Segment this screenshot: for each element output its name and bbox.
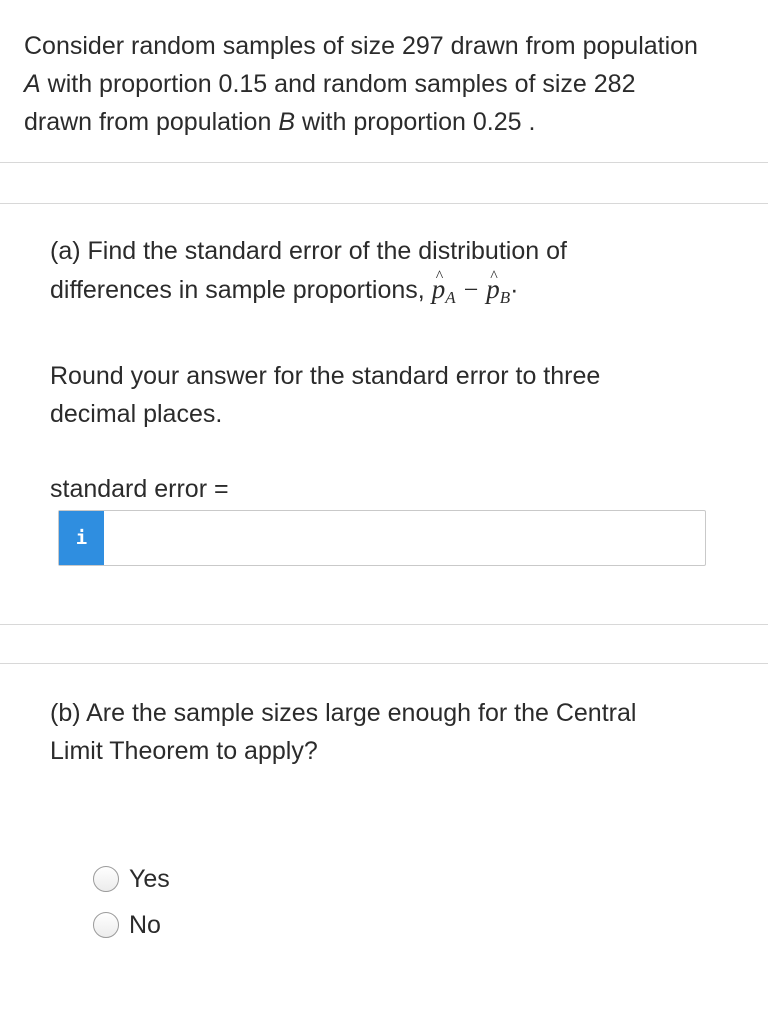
hat-a: ^ — [435, 268, 444, 285]
info-icon[interactable]: i — [59, 511, 104, 565]
intro-line-2: A with proportion 0.15 and random sample… — [24, 65, 744, 103]
population-b-var: B — [278, 108, 295, 136]
part-b-card: (b) Are the sample sizes large enough fo… — [0, 663, 768, 1024]
intro-line-3-end: with proportion 0.25 . — [295, 108, 536, 136]
rounding-line-1: Round your answer for the standard error… — [50, 362, 601, 390]
minus-sign: − — [463, 275, 479, 304]
rounding-line-2: decimal places. — [50, 400, 223, 428]
standard-error-field: i — [58, 510, 706, 566]
section-gap — [0, 163, 768, 203]
part-a-line-1: (a) Find the standard error of the distr… — [50, 237, 567, 265]
standard-error-input[interactable] — [105, 511, 705, 565]
radio-option-no[interactable]: No — [93, 910, 161, 940]
p-hat-a: ^ pA — [432, 268, 456, 317]
part-a-line-2: differences in sample proportions, ^ pA − ^… — [50, 268, 730, 317]
intro-line-2-text: with proportion 0.15 and random samples … — [40, 70, 636, 98]
radio-button-yes[interactable] — [93, 866, 119, 892]
end-punctuation: · — [510, 276, 519, 304]
intro-line-1: Consider random samples of size 297 draw… — [24, 32, 698, 60]
part-b-line-2: Limit Theorem to apply? — [50, 737, 318, 765]
radio-label-yes: Yes — [129, 865, 170, 893]
radio-button-no[interactable] — [93, 912, 119, 938]
rounding-instruction: Round your answer for the standard error… — [50, 357, 730, 433]
subscript-b: B — [499, 288, 511, 307]
part-a-card: (a) Find the standard error of the distr… — [0, 203, 768, 625]
problem-intro: Consider random samples of size 297 draw… — [0, 0, 768, 163]
intro-line-3-text: drawn from population — [24, 108, 279, 136]
subscript-a: A — [445, 288, 456, 307]
part-b-question: (b) Are the sample sizes large enough fo… — [50, 694, 730, 770]
part-b-line-1: (b) Are the sample sizes large enough fo… — [50, 699, 637, 727]
p-hat-b: ^ pB — [486, 268, 511, 317]
hat-b: ^ — [490, 268, 498, 285]
intro-line-3: drawn from population B with proportion … — [24, 103, 744, 141]
radio-option-yes[interactable]: Yes — [93, 864, 170, 894]
part-a-question: (a) Find the standard error of the distr… — [50, 232, 730, 317]
part-a-line-2-text: differences in sample proportions, — [50, 276, 432, 304]
standard-error-label: standard error = — [50, 475, 229, 503]
radio-label-no: No — [129, 911, 161, 939]
population-a-var: A — [24, 70, 41, 98]
